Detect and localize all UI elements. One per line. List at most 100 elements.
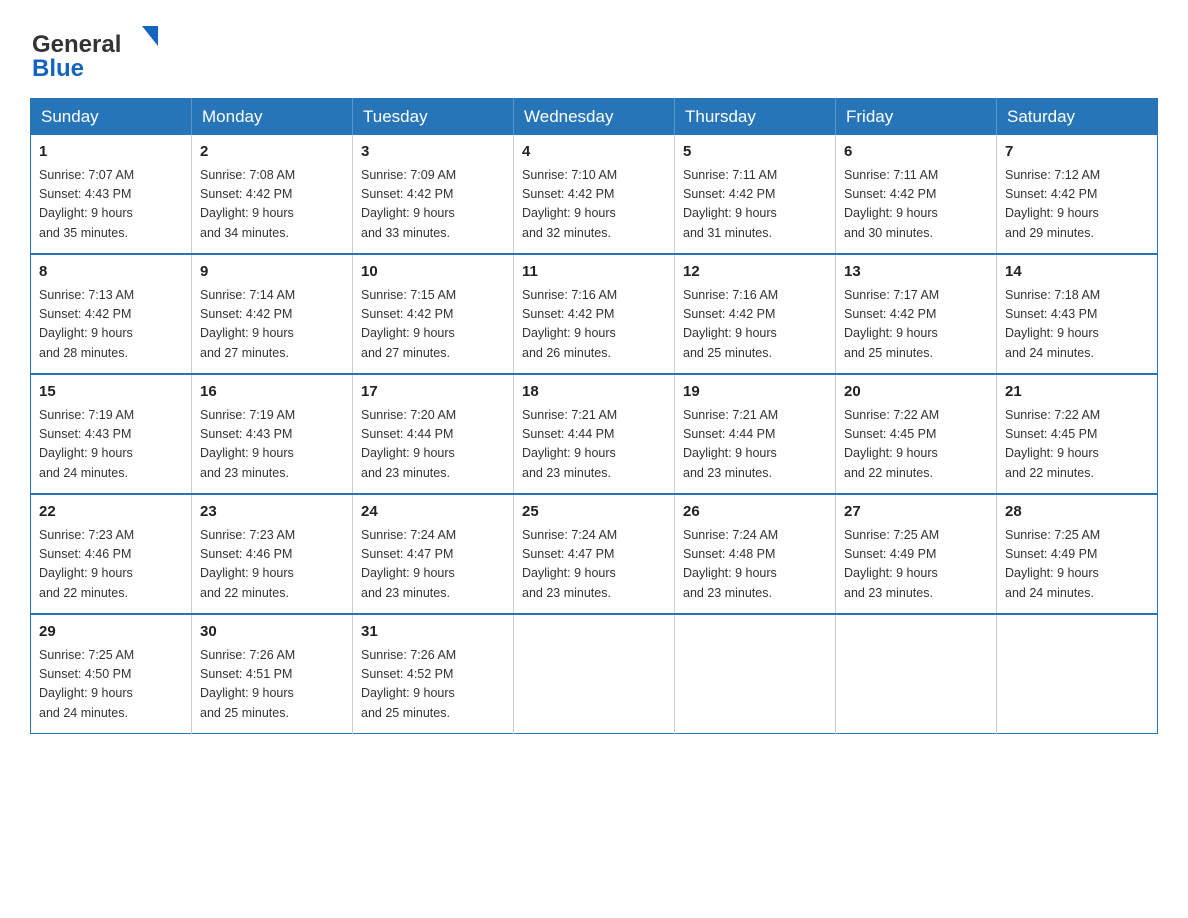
calendar-cell: 21Sunrise: 7:22 AMSunset: 4:45 PMDayligh…: [997, 374, 1158, 494]
svg-text:General: General: [32, 31, 121, 58]
calendar-cell: 30Sunrise: 7:26 AMSunset: 4:51 PMDayligh…: [192, 614, 353, 734]
day-number: 20: [844, 381, 988, 404]
day-info: Sunrise: 7:19 AMSunset: 4:43 PMDaylight:…: [39, 406, 183, 484]
day-info: Sunrise: 7:09 AMSunset: 4:42 PMDaylight:…: [361, 166, 505, 244]
calendar-cell: 5Sunrise: 7:11 AMSunset: 4:42 PMDaylight…: [675, 135, 836, 254]
calendar-cell: 25Sunrise: 7:24 AMSunset: 4:47 PMDayligh…: [514, 494, 675, 614]
calendar-cell: 18Sunrise: 7:21 AMSunset: 4:44 PMDayligh…: [514, 374, 675, 494]
day-number: 12: [683, 261, 827, 284]
day-info: Sunrise: 7:21 AMSunset: 4:44 PMDaylight:…: [522, 406, 666, 484]
calendar-cell: 22Sunrise: 7:23 AMSunset: 4:46 PMDayligh…: [31, 494, 192, 614]
day-info: Sunrise: 7:19 AMSunset: 4:43 PMDaylight:…: [200, 406, 344, 484]
day-info: Sunrise: 7:20 AMSunset: 4:44 PMDaylight:…: [361, 406, 505, 484]
day-number: 14: [1005, 261, 1149, 284]
day-info: Sunrise: 7:24 AMSunset: 4:47 PMDaylight:…: [522, 526, 666, 604]
week-row-3: 15Sunrise: 7:19 AMSunset: 4:43 PMDayligh…: [31, 374, 1158, 494]
calendar-cell: 26Sunrise: 7:24 AMSunset: 4:48 PMDayligh…: [675, 494, 836, 614]
day-info: Sunrise: 7:25 AMSunset: 4:49 PMDaylight:…: [844, 526, 988, 604]
day-info: Sunrise: 7:13 AMSunset: 4:42 PMDaylight:…: [39, 286, 183, 364]
day-number: 22: [39, 501, 183, 524]
day-number: 26: [683, 501, 827, 524]
day-info: Sunrise: 7:08 AMSunset: 4:42 PMDaylight:…: [200, 166, 344, 244]
day-info: Sunrise: 7:11 AMSunset: 4:42 PMDaylight:…: [683, 166, 827, 244]
day-number: 23: [200, 501, 344, 524]
day-info: Sunrise: 7:22 AMSunset: 4:45 PMDaylight:…: [1005, 406, 1149, 484]
day-info: Sunrise: 7:17 AMSunset: 4:42 PMDaylight:…: [844, 286, 988, 364]
calendar-cell: 9Sunrise: 7:14 AMSunset: 4:42 PMDaylight…: [192, 254, 353, 374]
calendar-cell: 16Sunrise: 7:19 AMSunset: 4:43 PMDayligh…: [192, 374, 353, 494]
day-number: 7: [1005, 141, 1149, 164]
day-info: Sunrise: 7:24 AMSunset: 4:48 PMDaylight:…: [683, 526, 827, 604]
calendar-cell: 11Sunrise: 7:16 AMSunset: 4:42 PMDayligh…: [514, 254, 675, 374]
calendar-cell: 10Sunrise: 7:15 AMSunset: 4:42 PMDayligh…: [353, 254, 514, 374]
calendar-cell: 19Sunrise: 7:21 AMSunset: 4:44 PMDayligh…: [675, 374, 836, 494]
calendar-cell: 27Sunrise: 7:25 AMSunset: 4:49 PMDayligh…: [836, 494, 997, 614]
day-info: Sunrise: 7:25 AMSunset: 4:49 PMDaylight:…: [1005, 526, 1149, 604]
logo-svg: General Blue: [30, 20, 170, 80]
week-row-5: 29Sunrise: 7:25 AMSunset: 4:50 PMDayligh…: [31, 614, 1158, 734]
day-number: 27: [844, 501, 988, 524]
day-number: 3: [361, 141, 505, 164]
weekday-header-saturday: Saturday: [997, 99, 1158, 136]
day-number: 8: [39, 261, 183, 284]
day-number: 15: [39, 381, 183, 404]
day-info: Sunrise: 7:07 AMSunset: 4:43 PMDaylight:…: [39, 166, 183, 244]
day-number: 16: [200, 381, 344, 404]
day-info: Sunrise: 7:10 AMSunset: 4:42 PMDaylight:…: [522, 166, 666, 244]
calendar-cell: [675, 614, 836, 734]
weekday-header-thursday: Thursday: [675, 99, 836, 136]
calendar-cell: 13Sunrise: 7:17 AMSunset: 4:42 PMDayligh…: [836, 254, 997, 374]
day-info: Sunrise: 7:16 AMSunset: 4:42 PMDaylight:…: [683, 286, 827, 364]
calendar-table: SundayMondayTuesdayWednesdayThursdayFrid…: [30, 98, 1158, 734]
week-row-1: 1Sunrise: 7:07 AMSunset: 4:43 PMDaylight…: [31, 135, 1158, 254]
day-number: 17: [361, 381, 505, 404]
calendar-cell: 15Sunrise: 7:19 AMSunset: 4:43 PMDayligh…: [31, 374, 192, 494]
day-info: Sunrise: 7:12 AMSunset: 4:42 PMDaylight:…: [1005, 166, 1149, 244]
day-info: Sunrise: 7:16 AMSunset: 4:42 PMDaylight:…: [522, 286, 666, 364]
day-number: 18: [522, 381, 666, 404]
week-row-2: 8Sunrise: 7:13 AMSunset: 4:42 PMDaylight…: [31, 254, 1158, 374]
day-info: Sunrise: 7:23 AMSunset: 4:46 PMDaylight:…: [39, 526, 183, 604]
day-number: 30: [200, 621, 344, 644]
day-info: Sunrise: 7:14 AMSunset: 4:42 PMDaylight:…: [200, 286, 344, 364]
calendar-cell: [997, 614, 1158, 734]
calendar-cell: 1Sunrise: 7:07 AMSunset: 4:43 PMDaylight…: [31, 135, 192, 254]
day-number: 5: [683, 141, 827, 164]
calendar-cell: 28Sunrise: 7:25 AMSunset: 4:49 PMDayligh…: [997, 494, 1158, 614]
day-info: Sunrise: 7:26 AMSunset: 4:51 PMDaylight:…: [200, 646, 344, 724]
day-info: Sunrise: 7:15 AMSunset: 4:42 PMDaylight:…: [361, 286, 505, 364]
day-number: 25: [522, 501, 666, 524]
day-number: 13: [844, 261, 988, 284]
day-number: 28: [1005, 501, 1149, 524]
calendar-cell: 17Sunrise: 7:20 AMSunset: 4:44 PMDayligh…: [353, 374, 514, 494]
day-number: 4: [522, 141, 666, 164]
day-number: 29: [39, 621, 183, 644]
calendar-cell: 12Sunrise: 7:16 AMSunset: 4:42 PMDayligh…: [675, 254, 836, 374]
day-number: 9: [200, 261, 344, 284]
week-row-4: 22Sunrise: 7:23 AMSunset: 4:46 PMDayligh…: [31, 494, 1158, 614]
weekday-header-row: SundayMondayTuesdayWednesdayThursdayFrid…: [31, 99, 1158, 136]
calendar-cell: 2Sunrise: 7:08 AMSunset: 4:42 PMDaylight…: [192, 135, 353, 254]
day-info: Sunrise: 7:23 AMSunset: 4:46 PMDaylight:…: [200, 526, 344, 604]
calendar-cell: [514, 614, 675, 734]
calendar-cell: 8Sunrise: 7:13 AMSunset: 4:42 PMDaylight…: [31, 254, 192, 374]
day-info: Sunrise: 7:24 AMSunset: 4:47 PMDaylight:…: [361, 526, 505, 604]
day-number: 19: [683, 381, 827, 404]
logo-area: General Blue: [30, 20, 170, 80]
weekday-header-tuesday: Tuesday: [353, 99, 514, 136]
calendar-cell: 20Sunrise: 7:22 AMSunset: 4:45 PMDayligh…: [836, 374, 997, 494]
weekday-header-monday: Monday: [192, 99, 353, 136]
day-info: Sunrise: 7:22 AMSunset: 4:45 PMDaylight:…: [844, 406, 988, 484]
weekday-header-wednesday: Wednesday: [514, 99, 675, 136]
page-header: General Blue: [30, 20, 1158, 80]
day-info: Sunrise: 7:21 AMSunset: 4:44 PMDaylight:…: [683, 406, 827, 484]
day-number: 2: [200, 141, 344, 164]
calendar-cell: 29Sunrise: 7:25 AMSunset: 4:50 PMDayligh…: [31, 614, 192, 734]
day-number: 1: [39, 141, 183, 164]
day-info: Sunrise: 7:11 AMSunset: 4:42 PMDaylight:…: [844, 166, 988, 244]
calendar-cell: 14Sunrise: 7:18 AMSunset: 4:43 PMDayligh…: [997, 254, 1158, 374]
calendar-cell: 6Sunrise: 7:11 AMSunset: 4:42 PMDaylight…: [836, 135, 997, 254]
day-number: 11: [522, 261, 666, 284]
calendar-cell: 23Sunrise: 7:23 AMSunset: 4:46 PMDayligh…: [192, 494, 353, 614]
calendar-cell: 24Sunrise: 7:24 AMSunset: 4:47 PMDayligh…: [353, 494, 514, 614]
